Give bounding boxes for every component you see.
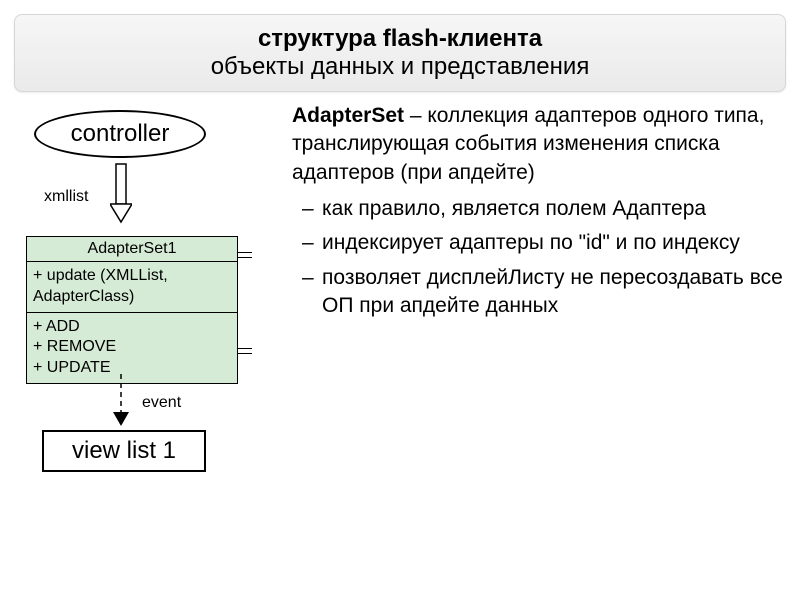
class-events: + ADD + REMOVE + UPDATE	[27, 313, 237, 383]
bullet-item: индексирует адаптеры по "id" и по индекс…	[322, 229, 784, 257]
title-line1: структура flash-клиента	[27, 25, 773, 53]
description-area: AdapterSet – коллекция адаптеров одного …	[284, 102, 784, 572]
adapterset-class-box: AdapterSet1 + update (XMLList, AdapterCl…	[26, 236, 238, 384]
arrow-controller-to-adapterset	[110, 162, 132, 224]
class-name: AdapterSet1	[27, 237, 237, 262]
stack-notch-top	[238, 252, 252, 258]
slide-title: структура flash-клиента объекты данных и…	[14, 14, 786, 92]
bullet-item: позволяет дисплейЛисту не пересоздавать …	[322, 264, 784, 321]
controller-node: controller	[34, 110, 206, 158]
event-label: event	[142, 394, 181, 412]
xmllist-label: xmllist	[44, 188, 88, 206]
lead-term: AdapterSet	[292, 104, 404, 127]
class-event-add: + ADD	[33, 317, 231, 338]
arrow-adapterset-to-view	[112, 372, 130, 428]
bullet-item: как правило, является полем Адаптера	[322, 195, 784, 223]
description-lead: AdapterSet – коллекция адаптеров одного …	[292, 102, 784, 187]
class-operation: + update (XMLList, AdapterClass)	[27, 262, 237, 313]
diagram-area: controller xmllist AdapterSet1 + update …	[16, 102, 284, 572]
title-line2: объекты данных и представления	[27, 53, 773, 81]
stack-notch-bottom	[238, 348, 252, 354]
class-event-update: + UPDATE	[33, 358, 231, 379]
class-event-remove: + REMOVE	[33, 337, 231, 358]
view-list-node: view list 1	[42, 430, 206, 472]
description-bullets: как правило, является полем Адаптера инд…	[300, 195, 784, 320]
